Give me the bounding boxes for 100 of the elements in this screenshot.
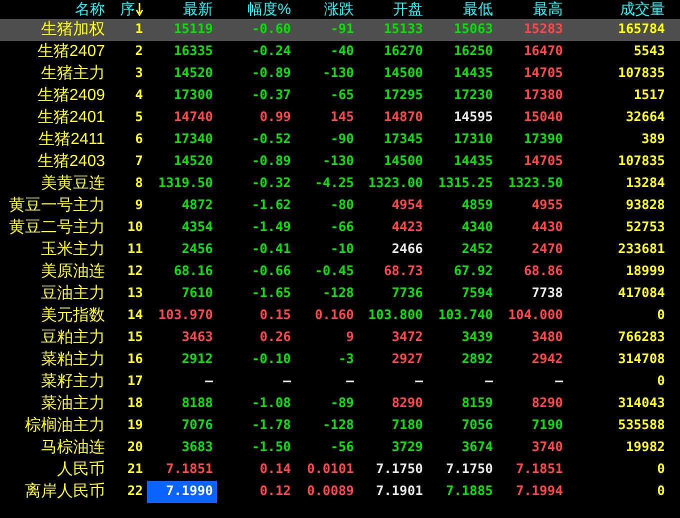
- quote-cell-text: 17345: [384, 131, 423, 150]
- volume-cell-text: 93828: [626, 197, 665, 216]
- quote-cell-text: 7056: [462, 417, 493, 436]
- quote-cell-text: 8290: [532, 395, 563, 414]
- quote-cell-text: -0.37: [252, 87, 291, 106]
- quote-cell-text: -0.41: [252, 241, 291, 260]
- instrument-name: 生猪加权: [41, 20, 105, 40]
- volume-cell-text: 0: [657, 483, 665, 502]
- quote-cell-text: -40: [330, 43, 354, 62]
- quote-cell-text: 7736: [392, 285, 423, 304]
- volume-cell-text: 107835: [618, 153, 665, 172]
- volume-cell-text: 19982: [626, 439, 665, 458]
- volume-cell-text: 766283: [618, 329, 665, 348]
- quote-cell-text: 2942: [532, 351, 563, 370]
- quote-cell-text: 9: [346, 329, 354, 348]
- quote-cell-text: 1315.25: [438, 175, 493, 194]
- table-row[interactable]: 生猪加权 1 15119 -0.60 -91 15133 15063 15283 165784: [0, 19, 680, 41]
- column-header[interactable]: 幅度%: [248, 0, 291, 19]
- volume-cell-text: 13284: [626, 175, 665, 194]
- quote-cell-text: 14500: [384, 65, 423, 84]
- quote-cell-text: 7.1885: [446, 483, 493, 502]
- quote-cell-text: 0.99: [260, 109, 291, 128]
- volume-cell-text: 389: [642, 131, 665, 150]
- quote-cell-text: 14435: [454, 65, 493, 84]
- quote-cell-text: 8188: [182, 395, 213, 414]
- row-number: 3: [135, 65, 143, 84]
- quote-cell-text: 104.000: [508, 307, 563, 326]
- quote-cell-text: 7594: [462, 285, 493, 304]
- quote-cell-text: 103.970: [158, 307, 213, 326]
- instrument-name: 生猪2409: [37, 86, 105, 106]
- quote-cell-text: -130: [322, 153, 354, 172]
- quote-cell-text: 2470: [532, 241, 563, 260]
- row-number: 18: [127, 395, 143, 414]
- column-header[interactable]: 序: [120, 0, 135, 19]
- row-number: 12: [127, 263, 143, 282]
- quote-cell-text: 0.12: [260, 483, 291, 502]
- quote-cell-text: 17390: [524, 131, 563, 150]
- quote-cell-text: 4955: [532, 197, 563, 216]
- volume-cell-text: 0: [657, 307, 665, 326]
- quote-cell-text: 17380: [524, 87, 563, 106]
- quote-cell-text: 17340: [174, 131, 213, 150]
- quote-cell-text: 0.0101: [307, 461, 354, 480]
- quote-cell-text: -0.10: [252, 351, 291, 370]
- quote-cell-text: -3: [338, 351, 354, 370]
- column-header[interactable]: 名称: [75, 0, 105, 19]
- quote-cell-text: 7180: [392, 417, 423, 436]
- volume-cell-text: 1517: [634, 87, 665, 106]
- column-header[interactable]: 开盘: [393, 0, 423, 19]
- quote-cell-text: 2466: [392, 241, 423, 260]
- column-header[interactable]: 最新: [183, 0, 213, 19]
- column-header[interactable]: 最低: [463, 0, 493, 19]
- quote-cell-text: -0.24: [252, 43, 291, 62]
- quote-cell-text: —: [346, 373, 354, 392]
- instrument-name: 豆油主力: [41, 284, 105, 304]
- quote-cell-text: -1.62: [252, 197, 291, 216]
- quote-cell-text: 3463: [182, 329, 213, 348]
- quote-cell-text: —: [205, 373, 213, 392]
- column-header[interactable]: 涨跌: [324, 0, 354, 19]
- quote-cell-text: 8159: [462, 395, 493, 414]
- row-number: 15: [127, 329, 143, 348]
- quote-cell-text: -66: [330, 219, 354, 238]
- quote-cell-text: 14435: [454, 153, 493, 172]
- quote-cell-text: 1319.50: [158, 175, 213, 194]
- quote-cell-text: 103.740: [438, 307, 493, 326]
- quote-cell-text: -4.25: [314, 175, 354, 194]
- quote-cell-text: 15063: [454, 21, 493, 40]
- quote-cell-text: -0.32: [252, 175, 291, 194]
- row-number: 19: [127, 417, 143, 436]
- instrument-name: 离岸人民币: [25, 482, 105, 502]
- quote-cell-text: 145: [330, 109, 354, 128]
- quote-cell-text: 7.1994: [516, 483, 563, 502]
- quote-cell-text: 7.1990: [166, 483, 213, 502]
- volume-cell-text: 314708: [618, 351, 665, 370]
- quote-cell-text: 0.160: [314, 307, 354, 326]
- quote-cell-text: 15119: [174, 21, 213, 40]
- quote-cell-text: 67.92: [454, 263, 493, 282]
- quote-cell-text: 4430: [532, 219, 563, 238]
- row-number: 4: [135, 87, 143, 106]
- instrument-name: 棕榈油主力: [25, 416, 105, 436]
- quote-cell-text: 8290: [392, 395, 423, 414]
- quote-cell-text: 15040: [524, 109, 563, 128]
- row-number: 7: [135, 153, 143, 172]
- quote-cell-text: 4859: [462, 197, 493, 216]
- row-number: 20: [127, 439, 143, 458]
- quote-cell-text: 68.16: [174, 263, 213, 282]
- quote-cell-text: -10: [330, 241, 354, 260]
- row-number: 16: [127, 351, 143, 370]
- volume-cell-text: 18999: [626, 263, 665, 282]
- quote-cell-text: —: [485, 373, 493, 392]
- volume-cell-text: 107835: [618, 65, 665, 84]
- quote-cell-text: -1.78: [252, 417, 291, 436]
- row-number: 11: [127, 241, 143, 260]
- quote-cell-text: 3480: [532, 329, 563, 348]
- column-header[interactable]: 最高: [533, 0, 563, 19]
- quote-cell-text: 14595: [454, 109, 493, 128]
- sort-descending-icon[interactable]: [136, 3, 143, 16]
- quote-cell-text: 1323.00: [368, 175, 423, 194]
- column-header[interactable]: 成交量: [620, 0, 665, 19]
- instrument-name: 豆粕主力: [41, 328, 105, 348]
- quote-cell-text: -1.49: [252, 219, 291, 238]
